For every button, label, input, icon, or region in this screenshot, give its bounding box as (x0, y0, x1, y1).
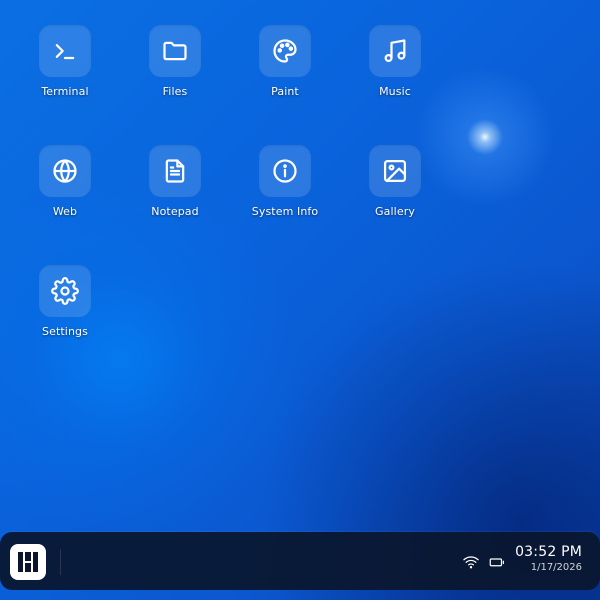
desktop-icon-label: Settings (42, 325, 88, 338)
start-logo-icon (18, 552, 38, 572)
web-icon-tile (39, 145, 91, 197)
notepad-icon-tile (149, 145, 201, 197)
desktop-icon-label: Terminal (41, 85, 89, 98)
clock-time: 03:52 PM (515, 544, 582, 560)
desktop-icon-label: Gallery (375, 205, 415, 218)
folder-icon (163, 41, 187, 61)
clock-date: 1/17/2026 (530, 562, 582, 573)
globe-icon (53, 159, 77, 183)
desktop-icon-system-info[interactable]: System Info (235, 145, 335, 255)
music-note-icon (384, 39, 406, 63)
terminal-icon (55, 44, 75, 60)
terminal-icon-tile (39, 25, 91, 77)
wifi-icon (463, 556, 479, 569)
taskbar: 03:52 PM 1/17/2026 (0, 532, 600, 590)
gear-icon (51, 277, 79, 305)
palette-icon (273, 39, 297, 63)
desktop-icon-settings[interactable]: Settings (15, 265, 115, 375)
battery-button[interactable] (488, 553, 506, 571)
desktop-icon-label: Notepad (151, 205, 199, 218)
battery-icon (489, 558, 504, 567)
settings-icon-tile (39, 265, 91, 317)
files-icon-tile (149, 25, 201, 77)
image-icon (383, 159, 407, 183)
desktop: Terminal Files Paint Music Web Notepad S… (0, 0, 600, 600)
start-button[interactable] (10, 544, 46, 580)
desktop-icon-label: System Info (251, 205, 319, 218)
desktop-icon-terminal[interactable]: Terminal (15, 25, 115, 135)
desktop-icon-label: Files (162, 85, 188, 98)
paint-icon-tile (259, 25, 311, 77)
desktop-icon-web[interactable]: Web (15, 145, 115, 255)
desktop-icon-paint[interactable]: Paint (235, 25, 335, 135)
document-icon (165, 159, 185, 183)
system-info-icon-tile (259, 145, 311, 197)
desktop-icon-label: Music (379, 85, 411, 98)
desktop-icon-files[interactable]: Files (125, 25, 225, 135)
taskbar-divider (60, 549, 61, 575)
desktop-icon-music[interactable]: Music (345, 25, 445, 135)
desktop-icon-label: Web (52, 205, 78, 218)
desktop-icon-gallery[interactable]: Gallery (345, 145, 445, 255)
wifi-button[interactable] (462, 553, 480, 571)
desktop-icon-label: Paint (271, 85, 299, 98)
clock[interactable]: 03:52 PM 1/17/2026 (515, 545, 582, 573)
info-icon (273, 159, 297, 183)
music-icon-tile (369, 25, 421, 77)
desktop-icon-notepad[interactable]: Notepad (125, 145, 225, 255)
gallery-icon-tile (369, 145, 421, 197)
